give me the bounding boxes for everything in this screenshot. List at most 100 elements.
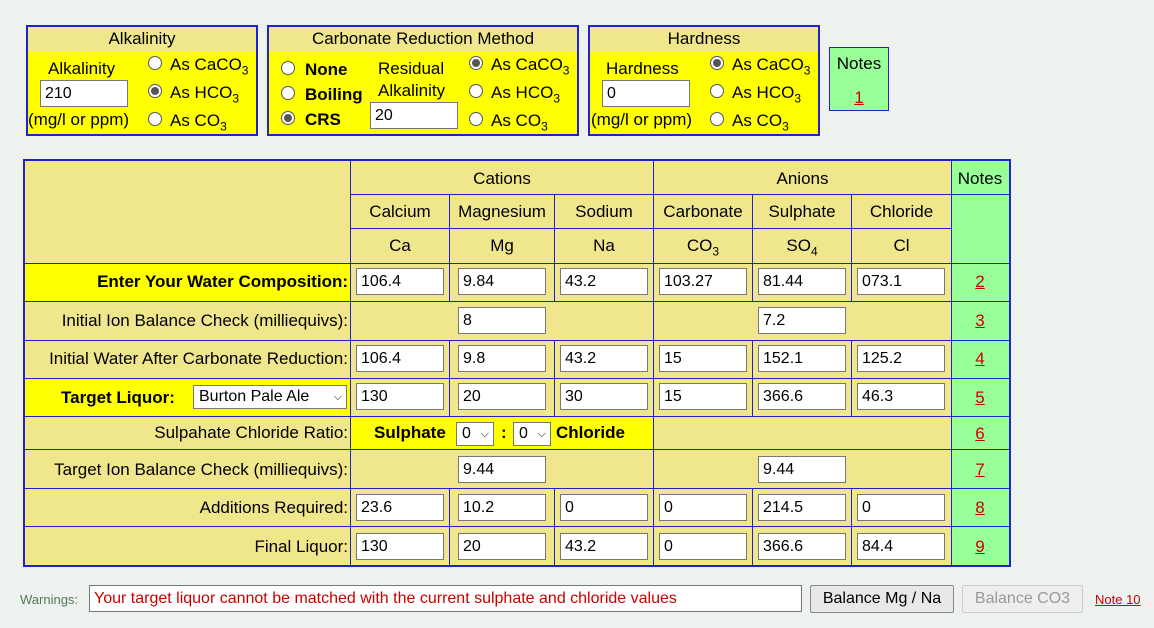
row-label-target: Target Liquor: bbox=[61, 388, 175, 407]
note-8-link[interactable]: 8 bbox=[952, 498, 1008, 518]
hardness-as-co3-radio[interactable] bbox=[710, 112, 724, 126]
note-4-link[interactable]: 4 bbox=[952, 349, 1008, 369]
note-6-link[interactable]: 6 bbox=[952, 424, 1008, 444]
notes-header: Notes bbox=[957, 169, 1003, 188]
col-calcium-name: Calcium bbox=[369, 202, 431, 221]
water-calcium-input[interactable]: 106.4 bbox=[356, 268, 444, 295]
additions-calcium-input[interactable]: 23.6 bbox=[356, 494, 444, 521]
ratio-chloride-select[interactable]: 0 ⌵ bbox=[513, 422, 551, 446]
target-cation-balance[interactable]: 9.44 bbox=[458, 456, 546, 483]
note-2-link[interactable]: 2 bbox=[952, 272, 1008, 292]
col-carbonate-name: Carbonate bbox=[663, 202, 743, 221]
vline bbox=[752, 488, 753, 565]
target-sodium-input[interactable]: 30 bbox=[560, 383, 648, 410]
additions-magnesium-input[interactable]: 10.2 bbox=[458, 494, 546, 521]
row-label-target-balance: Target Ion Balance Check (milliequivs): bbox=[54, 460, 348, 479]
after-magnesium-input[interactable]: 9.8 bbox=[458, 345, 546, 372]
ratio-sulphate-select[interactable]: 0 ⌵ bbox=[456, 422, 494, 446]
water-magnesium-input[interactable]: 9.84 bbox=[458, 268, 546, 295]
hardness-as-co3-label: As CO3 bbox=[732, 111, 789, 134]
col-calcium-symbol: Ca bbox=[389, 236, 411, 255]
after-sodium-input[interactable]: 43.2 bbox=[560, 345, 648, 372]
chevron-down-icon: ⌵ bbox=[333, 391, 342, 403]
alkalinity-title: Alkalinity bbox=[28, 27, 256, 51]
initial-cation-balance[interactable]: 8 bbox=[458, 307, 546, 334]
residual-as-caco3-label: As CaCO3 bbox=[491, 55, 570, 78]
balance-mg-na-button[interactable]: Balance Mg / Na bbox=[810, 585, 954, 613]
method-crs-label: CRS bbox=[305, 110, 341, 129]
additions-sodium-input[interactable]: 0 bbox=[560, 494, 648, 521]
hardness-title: Hardness bbox=[590, 27, 818, 51]
after-calcium-input[interactable]: 106.4 bbox=[356, 345, 444, 372]
col-carbonate-symbol: CO3 bbox=[686, 236, 720, 259]
target-chloride-input[interactable]: 46.3 bbox=[857, 383, 945, 410]
alkalinity-as-caco3-radio[interactable] bbox=[148, 56, 162, 70]
row-label-ratio: Sulpahate Chloride Ratio: bbox=[154, 423, 348, 442]
note-5-link[interactable]: 5 bbox=[952, 388, 1008, 408]
water-sodium-input[interactable]: 43.2 bbox=[560, 268, 648, 295]
note-1-link[interactable]: 1 bbox=[830, 88, 888, 108]
method-boiling-radio[interactable] bbox=[281, 86, 295, 100]
note-7-link[interactable]: 7 bbox=[952, 460, 1008, 480]
row-label-water: Enter Your Water Composition: bbox=[97, 272, 348, 291]
hardness-label: Hardness bbox=[606, 59, 679, 78]
note-9-link[interactable]: 9 bbox=[952, 537, 1008, 557]
note-10-link[interactable]: Note 10 bbox=[1095, 592, 1141, 607]
alkalinity-input[interactable]: 210 bbox=[40, 80, 128, 107]
note-3-link[interactable]: 3 bbox=[952, 311, 1008, 331]
residual-alkalinity-input[interactable]: 20 bbox=[370, 102, 458, 129]
final-magnesium-input[interactable]: 20 bbox=[458, 533, 546, 560]
water-chloride-input[interactable]: 073.1 bbox=[857, 268, 945, 295]
additions-sulphate-input[interactable]: 214.5 bbox=[758, 494, 846, 521]
initial-anion-balance[interactable]: 7.2 bbox=[758, 307, 846, 334]
target-carbonate-input[interactable]: 15 bbox=[659, 383, 747, 410]
final-chloride-input[interactable]: 84.4 bbox=[857, 533, 945, 560]
notes-box-title: Notes bbox=[836, 54, 882, 73]
target-calcium-input[interactable]: 130 bbox=[356, 383, 444, 410]
alkalinity-as-co3-label: As CO3 bbox=[170, 111, 227, 134]
residual-as-hco3-radio[interactable] bbox=[469, 84, 483, 98]
final-sodium-input[interactable]: 43.2 bbox=[560, 533, 648, 560]
hline bbox=[351, 194, 951, 195]
col-chloride-symbol: Cl bbox=[893, 236, 910, 255]
residual-as-co3-label: As CO3 bbox=[491, 111, 548, 134]
method-none-label: None bbox=[305, 60, 348, 79]
col-sulphate-name: Sulphate bbox=[768, 202, 836, 221]
vline bbox=[752, 340, 753, 378]
method-none-radio[interactable] bbox=[281, 61, 295, 75]
alkalinity-as-hco3-label: As HCO3 bbox=[170, 83, 240, 106]
after-carbonate-input[interactable]: 15 bbox=[659, 345, 747, 372]
alkalinity-as-co3-radio[interactable] bbox=[148, 112, 162, 126]
hardness-input[interactable]: 0 bbox=[602, 80, 690, 107]
vline bbox=[449, 488, 450, 565]
method-crs-radio[interactable] bbox=[281, 111, 295, 125]
target-style-select[interactable]: Burton Pale Ale ⌵ bbox=[193, 385, 347, 409]
hardness-as-hco3-radio[interactable] bbox=[710, 84, 724, 98]
warning-field[interactable]: Your target liquor cannot be matched wit… bbox=[89, 585, 802, 612]
final-carbonate-input[interactable]: 0 bbox=[659, 533, 747, 560]
balance-co3-button[interactable]: Balance CO3 bbox=[962, 585, 1083, 613]
ratio-chloride-label: Chloride bbox=[556, 423, 625, 442]
after-chloride-input[interactable]: 125.2 bbox=[857, 345, 945, 372]
vline bbox=[554, 488, 555, 565]
target-sulphate-input[interactable]: 366.6 bbox=[758, 383, 846, 410]
residual-as-co3-radio[interactable] bbox=[469, 112, 483, 126]
target-magnesium-input[interactable]: 20 bbox=[458, 383, 546, 410]
final-sulphate-input[interactable]: 366.6 bbox=[758, 533, 846, 560]
final-calcium-input[interactable]: 130 bbox=[356, 533, 444, 560]
col-sulphate-symbol: SO4 bbox=[786, 236, 818, 259]
alkalinity-as-hco3-radio[interactable] bbox=[148, 84, 162, 98]
water-sulphate-input[interactable]: 81.44 bbox=[758, 268, 846, 295]
col-magnesium-symbol: Mg bbox=[490, 236, 514, 255]
alkalinity-label: Alkalinity bbox=[48, 59, 116, 78]
after-sulphate-input[interactable]: 152.1 bbox=[758, 345, 846, 372]
residual-as-caco3-radio[interactable] bbox=[469, 56, 483, 70]
residual-label: Residual bbox=[378, 59, 445, 78]
water-carbonate-input[interactable]: 103.27 bbox=[659, 268, 747, 295]
hardness-units: (mg/l or ppm) bbox=[591, 110, 693, 129]
additions-chloride-input[interactable]: 0 bbox=[857, 494, 945, 521]
row-label-additions: Additions Required: bbox=[199, 498, 348, 517]
hardness-as-caco3-radio[interactable] bbox=[710, 56, 724, 70]
target-anion-balance[interactable]: 9.44 bbox=[758, 456, 846, 483]
additions-carbonate-input[interactable]: 0 bbox=[659, 494, 747, 521]
